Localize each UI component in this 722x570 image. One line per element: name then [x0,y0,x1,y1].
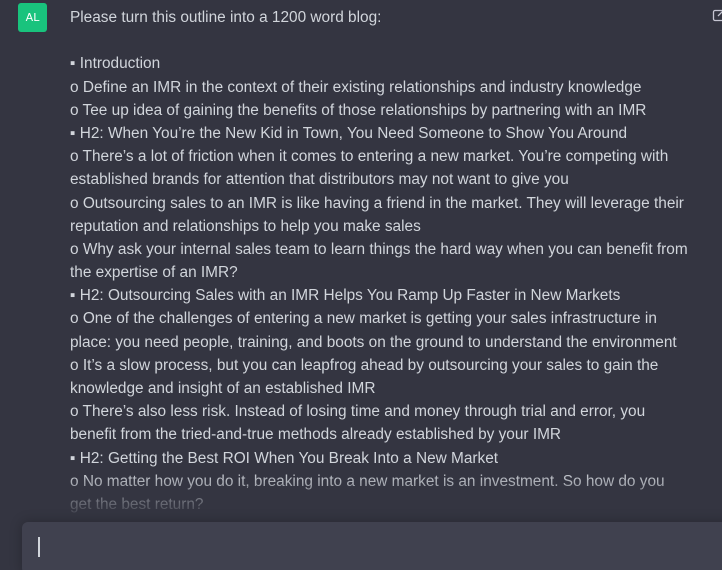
message-line: o One of the challenges of entering a ne… [70,310,657,328]
message-line: o No matter how you do it, breaking into… [70,472,665,490]
chat-window: AL Please turn this outline into a 1200 … [0,0,722,570]
text-caret [38,537,40,557]
message-line: reputation and relationships to help you… [70,217,421,235]
message-line: o There’s also less risk. Instead of los… [70,403,646,421]
message-line: place: you need people, training, and bo… [70,333,677,351]
user-message-row: AL Please turn this outline into a 1200 … [0,0,722,570]
message-line: Please turn this outline into a 1200 wor… [70,9,382,26]
user-message-text: Please turn this outline into a 1200 wor… [70,6,710,516]
message-line: the expertise of an IMR? [70,264,238,282]
message-line: o Tee up idea of gaining the benefits of… [70,101,647,119]
message-line: ▪ H2: When You’re the New Kid in Town, Y… [70,124,628,142]
message-line: ▪ H2: Getting the Best ROI When You Brea… [70,449,499,467]
message-line: o It’s a slow process, but you can leapf… [70,356,659,374]
message-line: benefit from the tried-and-true methods … [70,426,562,444]
message-line: o Why ask your internal sales team to le… [70,240,688,258]
message-line: ▪ Introduction [70,55,161,73]
message-line: established brands for attention that di… [70,171,569,189]
prompt-input[interactable] [36,532,696,562]
message-composer[interactable] [22,522,722,570]
message-line: o Define an IMR in the context of their … [70,78,642,96]
message-line: knowledge and insight of an established … [70,380,376,397]
message-line: o There’s a lot of friction when it come… [70,148,669,166]
message-line: ▪ H2: Outsourcing Sales with an IMR Help… [70,287,621,305]
message-line: get the best return? [70,495,204,513]
edit-icon[interactable] [712,8,722,22]
message-line: o Outsourcing sales to an IMR is like ha… [70,194,684,212]
user-avatar: AL [18,3,47,32]
